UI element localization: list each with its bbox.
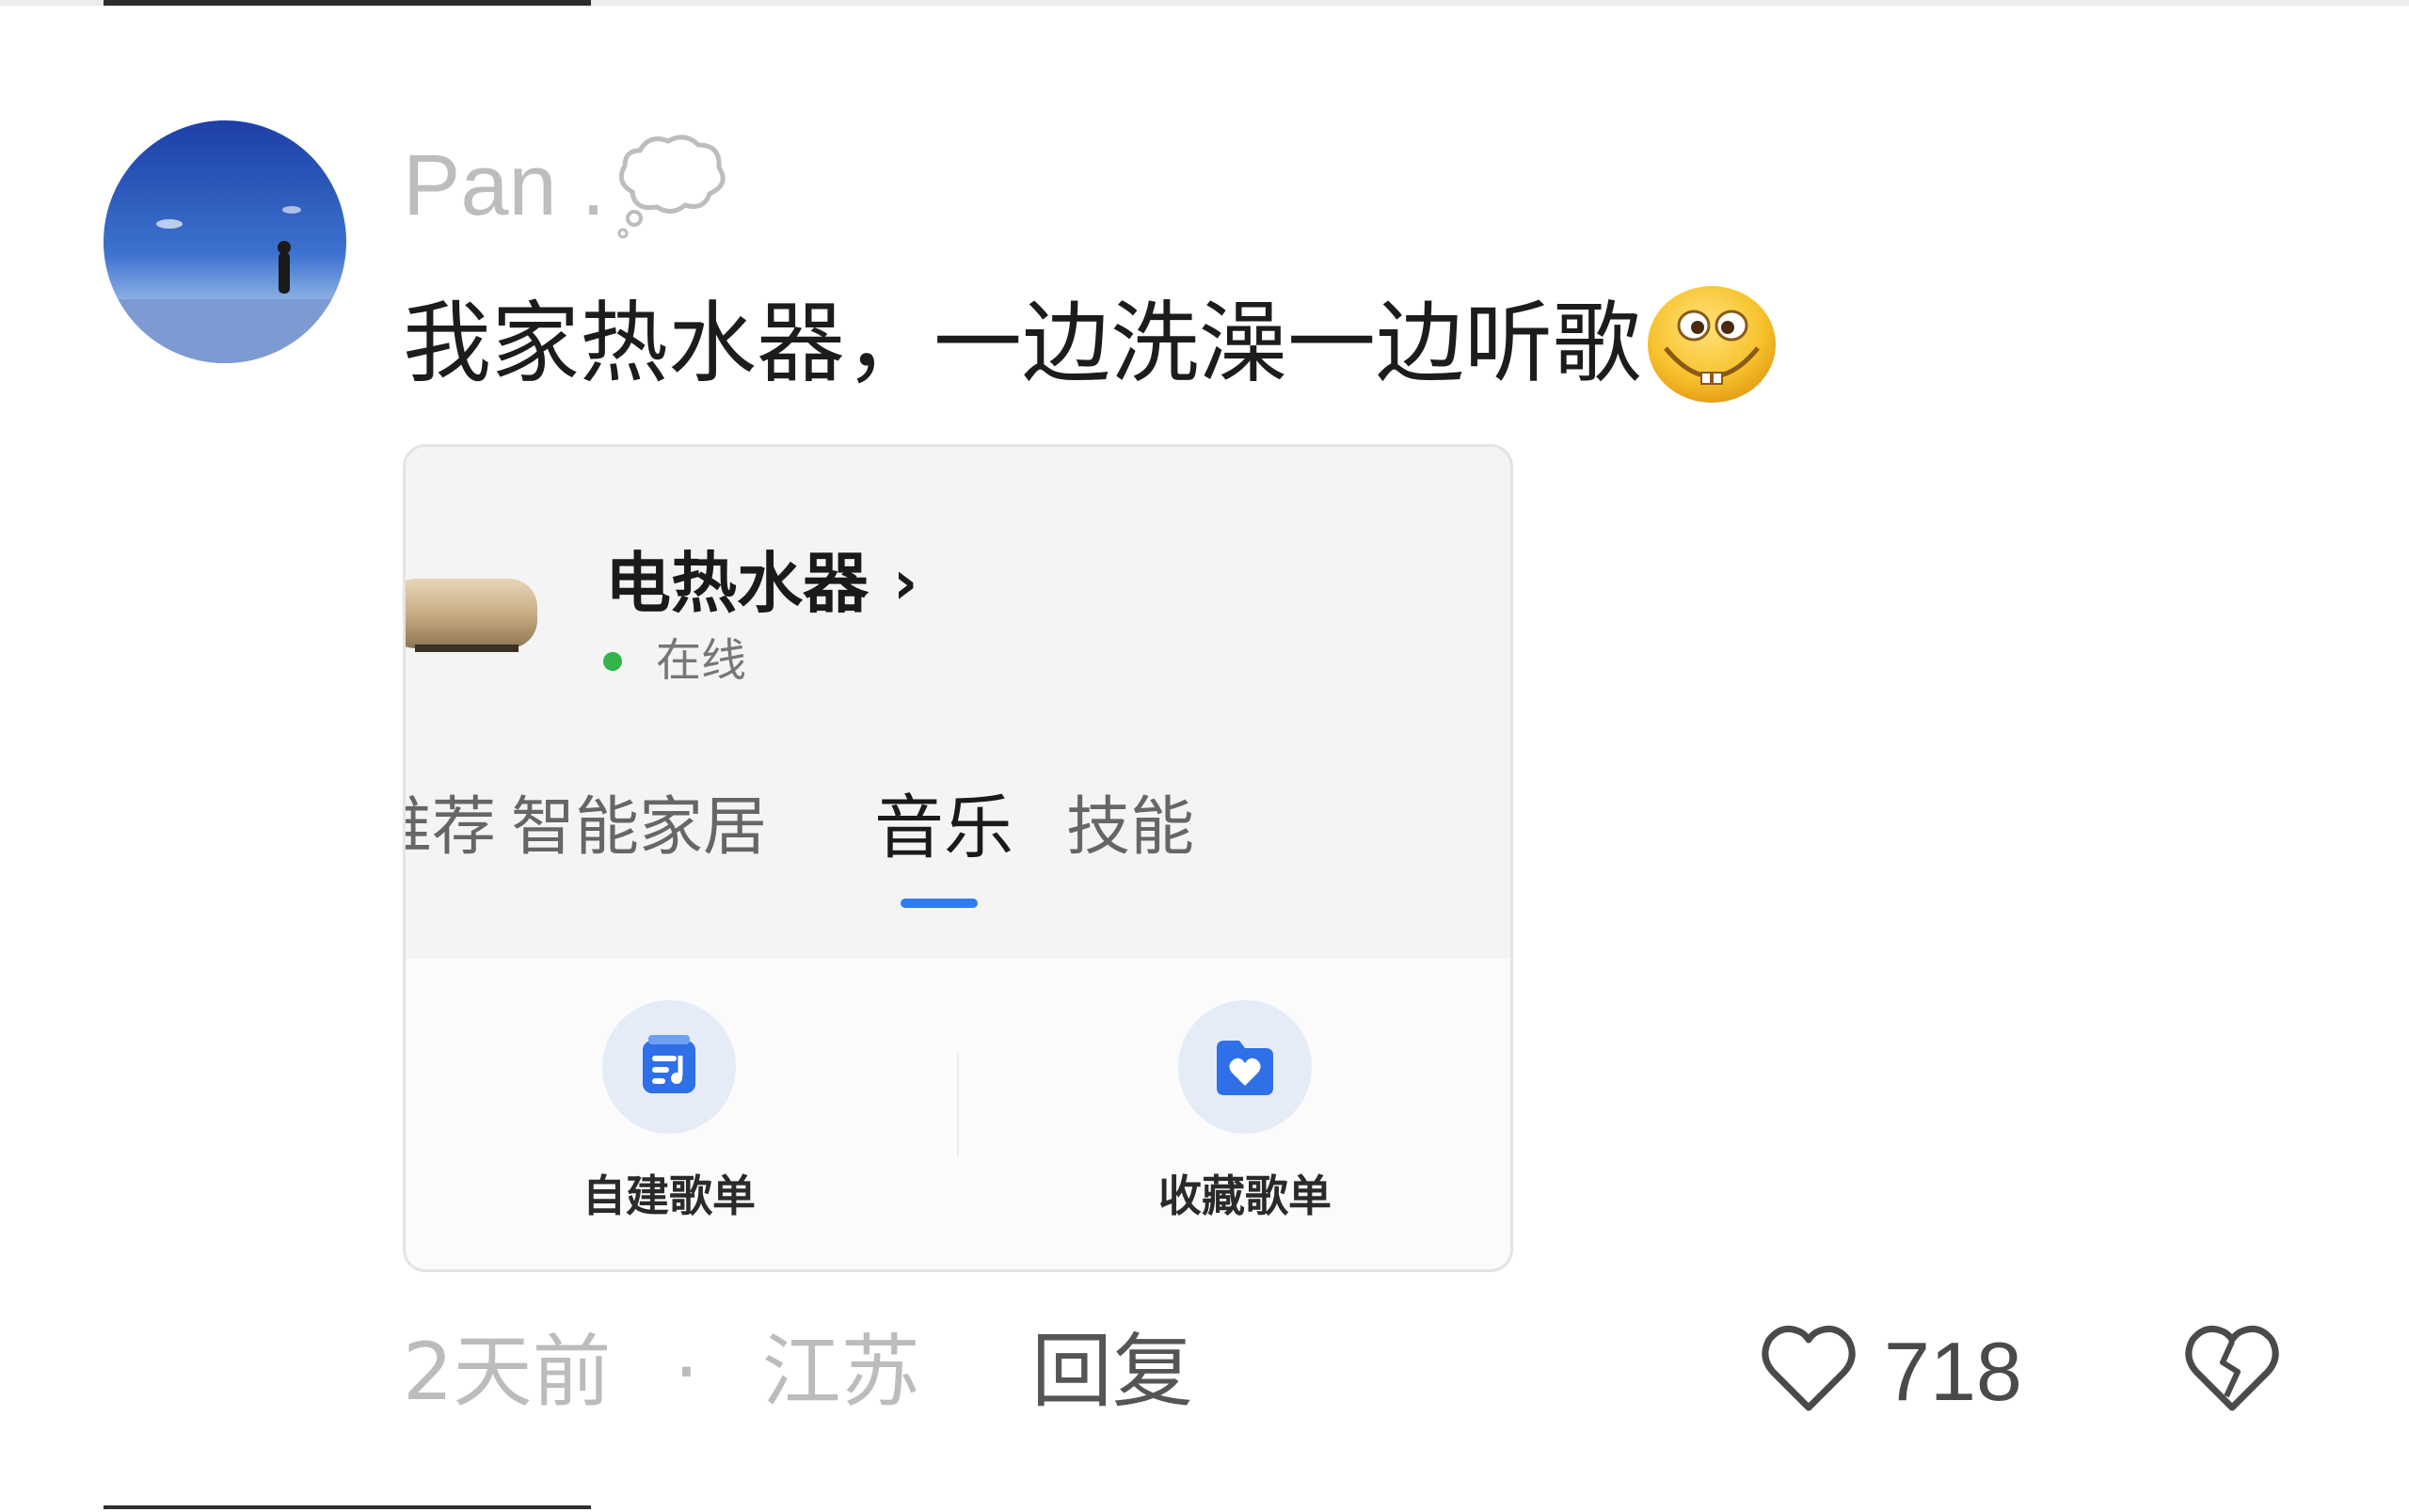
username-text: Pan	[403, 137, 557, 233]
comment-body: 我家热水器，一边洗澡一边听歌	[403, 293, 1642, 395]
music-shortcuts-panel: 自建歌单 收藏歌单	[406, 959, 1510, 1269]
like-count: 718	[1884, 1325, 2022, 1418]
tab-music[interactable]: 音乐	[874, 786, 1013, 870]
favorite-folder-icon	[1217, 1041, 1273, 1095]
heart-icon[interactable]	[1756, 1315, 1861, 1421]
panel-divider	[957, 1053, 959, 1156]
online-status-dot	[603, 652, 622, 671]
comment-meta: 2天前 · 江苏	[403, 1325, 920, 1419]
tab-recommend[interactable]: 推荐	[406, 786, 496, 870]
active-tab-indicator	[901, 899, 978, 908]
tab-smart-home[interactable]: 智能家居	[511, 786, 767, 870]
water-heater-image	[406, 579, 537, 652]
username-dot: .	[581, 137, 606, 233]
avatar[interactable]	[104, 120, 346, 363]
favorite-playlists-label: 收藏歌单	[1158, 1170, 1332, 1221]
my-playlists-label: 自建歌单	[582, 1170, 756, 1221]
reply-button[interactable]: 回复	[1031, 1325, 1193, 1419]
chevron-right-icon[interactable]: ›	[893, 541, 917, 626]
favorite-playlists-button[interactable]: 收藏歌单	[1123, 1000, 1367, 1224]
broken-heart-icon[interactable]	[2179, 1315, 2285, 1421]
device-status: 在线	[656, 634, 747, 687]
device-name[interactable]: 电热水器	[605, 541, 869, 626]
top-tab-indicator	[104, 0, 591, 6]
shared-screenshot-card[interactable]: 电热水器 › 在线 推荐 智能家居 音乐 技能 自建歌单	[403, 444, 1513, 1272]
meta-separator: ·	[674, 1326, 699, 1418]
comment-text: 我家热水器，一边洗澡一边听歌	[403, 282, 1779, 406]
comment-location: 江苏	[761, 1326, 920, 1418]
tab-skills[interactable]: 技能	[1066, 786, 1194, 870]
grin-emoji-icon	[1648, 286, 1777, 403]
comment-time: 2天前	[403, 1326, 612, 1418]
playlist-icon	[643, 1035, 695, 1093]
bottom-tab-indicator	[104, 1505, 591, 1509]
my-playlists-button[interactable]: 自建歌单	[547, 1000, 791, 1224]
thought-bubble-icon	[617, 135, 726, 239]
username[interactable]: Pan .	[403, 134, 605, 237]
